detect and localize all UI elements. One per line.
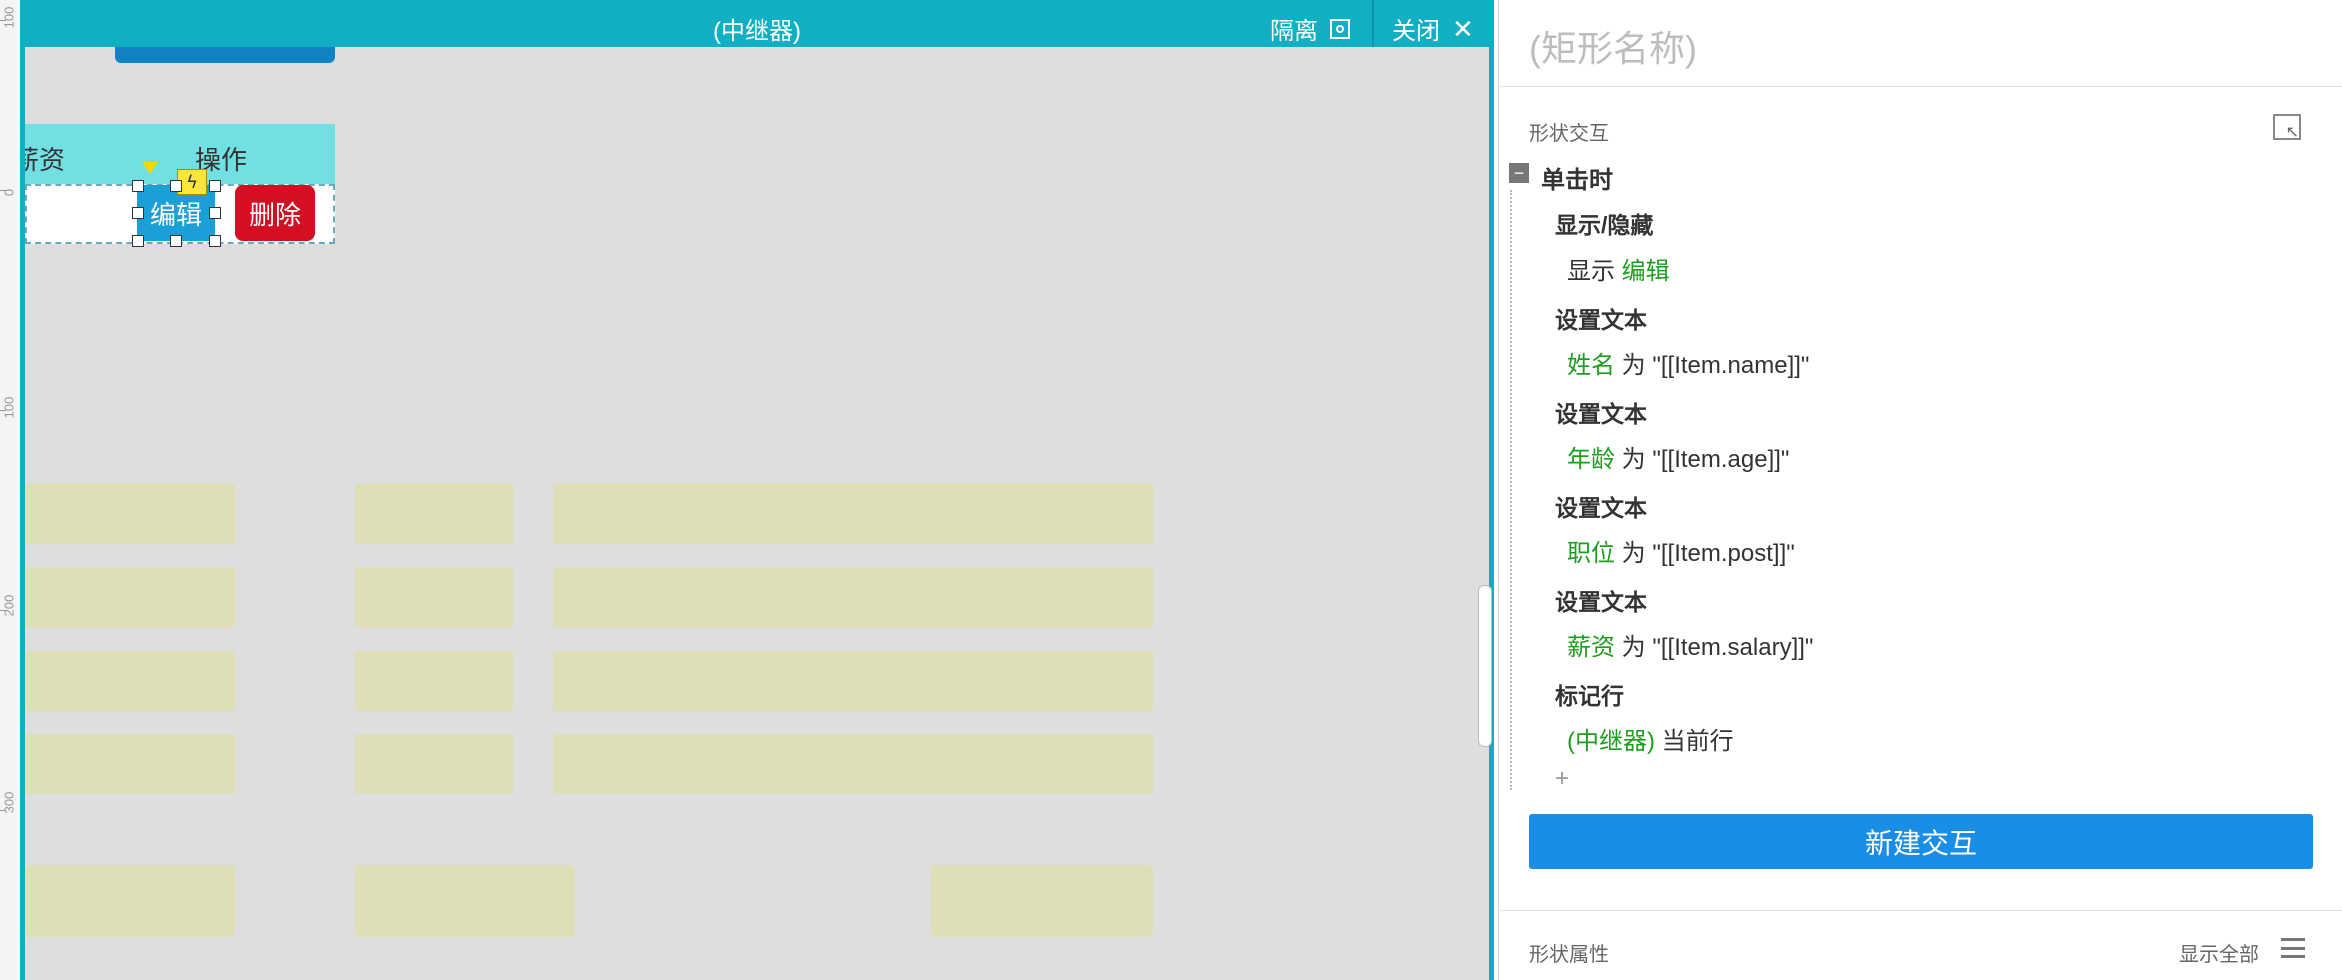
placeholder-block[interactable] — [553, 651, 1153, 711]
vertical-ruler: 100 0 100 200 300 — [0, 0, 21, 980]
placeholder-block[interactable] — [355, 484, 513, 544]
action-detail[interactable]: 职位 为 "[[Item.post]]" — [1567, 533, 1795, 568]
popout-icon[interactable] — [2273, 114, 2301, 142]
action-target: 姓名 — [1567, 352, 1615, 379]
placeholder-block[interactable] — [355, 567, 513, 627]
action-detail[interactable]: 姓名 为 "[[Item.name]]" — [1567, 345, 1809, 380]
resize-handle[interactable] — [132, 235, 144, 247]
resize-handle[interactable] — [170, 180, 182, 192]
event-onclick[interactable]: 单击时 — [1541, 160, 1613, 195]
action-target: 编辑 — [1621, 258, 1670, 285]
resize-handle[interactable] — [132, 207, 144, 219]
action-target: 年龄 — [1567, 446, 1615, 473]
canvas-scrollbar[interactable] — [1478, 585, 1492, 747]
placeholder-block[interactable] — [355, 865, 575, 937]
placeholder-block[interactable] — [553, 484, 1153, 544]
action-verb: 为 — [1621, 540, 1646, 567]
ruler-label: 200 — [1, 594, 17, 617]
ruler-label: 0 — [1, 188, 17, 197]
header-salary: 薪资 — [25, 146, 66, 176]
blue-shape[interactable] — [115, 47, 335, 63]
resize-handle[interactable] — [209, 235, 221, 247]
placeholder-block[interactable] — [355, 734, 513, 794]
shape-name-field[interactable]: (矩形名称) — [1529, 20, 1697, 72]
placeholder-block[interactable] — [553, 734, 1153, 794]
close-label: 关闭 — [1392, 18, 1440, 45]
action-value: "[[Item.name]]" — [1652, 352, 1810, 379]
close-button[interactable]: 关闭 ✕ — [1392, 11, 1474, 46]
placeholder-block[interactable] — [25, 734, 235, 794]
action-detail[interactable]: (中继器) 当前行 — [1567, 721, 1734, 756]
new-interaction-button[interactable]: 新建交互 — [1529, 814, 2313, 869]
placeholder-block[interactable] — [25, 865, 235, 937]
interactions-panel: (矩形名称) 形状交互 − 单击时 显示/隐藏 显示 编辑 设置文本 姓名 为 … — [1498, 0, 2342, 980]
interactions-section-label: 形状交互 — [1529, 123, 1609, 145]
action-title[interactable]: 设置文本 — [1555, 301, 1647, 335]
action-value: "[[Item.salary]]" — [1652, 634, 1814, 661]
focus-icon — [1330, 18, 1350, 39]
isolate-label: 隔离 — [1270, 18, 1318, 45]
action-detail[interactable]: 年龄 为 "[[Item.age]]" — [1567, 439, 1789, 474]
isolate-button[interactable]: 隔离 — [1270, 11, 1350, 46]
action-title[interactable]: 设置文本 — [1555, 395, 1647, 429]
canvas-stage: 薪资 操作 编辑 删除 ϟ — [25, 47, 1489, 980]
isolation-topbar: (中继器) 隔离 关闭 ✕ — [20, 0, 1494, 47]
ruler-label: 100 — [1, 396, 17, 419]
ruler-label: 300 — [1, 791, 17, 814]
action-verb: 为 — [1621, 634, 1646, 661]
panel-divider — [1499, 910, 2342, 911]
action-title[interactable]: 设置文本 — [1555, 489, 1647, 523]
action-target: (中继器) — [1567, 728, 1655, 755]
menu-icon[interactable] — [2281, 938, 2305, 958]
delete-button[interactable]: 删除 — [235, 185, 315, 241]
resize-handle[interactable] — [170, 235, 182, 247]
resize-handle[interactable] — [209, 180, 221, 192]
action-title[interactable]: 设置文本 — [1555, 583, 1647, 617]
ruler-label: 100 — [1, 6, 17, 29]
properties-section-label: 形状属性 — [1529, 944, 1609, 966]
placeholder-block[interactable] — [931, 865, 1153, 937]
show-all-button[interactable]: 显示全部 — [2179, 938, 2259, 967]
action-target: 薪资 — [1567, 634, 1615, 661]
add-action-button[interactable]: + — [1555, 765, 1569, 793]
action-verb: 为 — [1621, 352, 1646, 379]
action-verb: 显示 — [1567, 258, 1615, 285]
collapse-icon[interactable]: − — [1509, 163, 1529, 183]
topbar-divider — [1372, 0, 1374, 47]
action-value: "[[Item.post]]" — [1652, 540, 1795, 567]
action-value: "[[Item.age]]" — [1652, 446, 1790, 473]
resize-handle[interactable] — [209, 207, 221, 219]
tree-connector — [1510, 190, 1512, 790]
action-detail[interactable]: 薪资 为 "[[Item.salary]]" — [1567, 627, 1813, 662]
action-target: 职位 — [1567, 540, 1615, 567]
resize-handle[interactable] — [132, 180, 144, 192]
close-icon: ✕ — [1452, 13, 1474, 44]
action-value: 当前行 — [1661, 728, 1734, 755]
placeholder-block[interactable] — [355, 651, 513, 711]
action-detail[interactable]: 显示 编辑 — [1567, 251, 1670, 286]
panel-divider — [1499, 86, 2342, 87]
placeholder-block[interactable] — [553, 567, 1153, 627]
action-title[interactable]: 标记行 — [1555, 677, 1624, 711]
placeholder-block[interactable] — [25, 567, 235, 627]
placeholder-block[interactable] — [25, 651, 235, 711]
action-verb: 为 — [1621, 446, 1646, 473]
placeholder-block[interactable] — [25, 484, 235, 544]
anchor-marker-icon — [142, 162, 158, 174]
action-title[interactable]: 显示/隐藏 — [1555, 206, 1653, 240]
